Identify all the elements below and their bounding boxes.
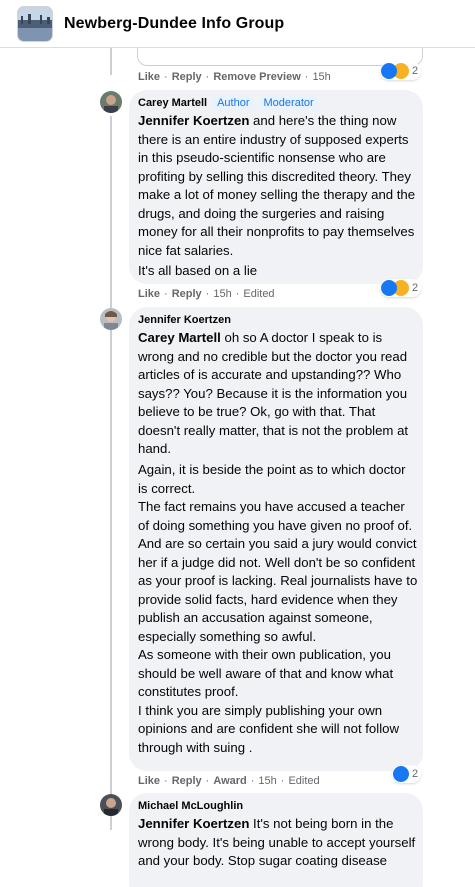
separator: ·	[250, 775, 255, 787]
timestamp[interactable]: 15h	[312, 71, 330, 83]
reaction-count: 2	[412, 768, 419, 780]
like-button[interactable]: Like	[138, 71, 160, 83]
comment-feed: Like · Reply · Remove Preview · 15h 2 Ca…	[0, 48, 475, 887]
comment-text: Jennifer Koertzen and here's the thing n…	[138, 113, 419, 258]
comment-author[interactable]: Jennifer Koertzen	[138, 314, 231, 326]
mention-link[interactable]: Carey Martell	[138, 330, 221, 345]
link-preview-card[interactable]	[137, 48, 423, 66]
reply-button[interactable]: Reply	[172, 71, 202, 83]
avatar[interactable]	[100, 308, 122, 330]
timestamp[interactable]: 15h	[213, 288, 231, 300]
group-header: Newberg-Dundee Info Group	[0, 0, 475, 48]
comment-author[interactable]: Michael McLoughlin	[138, 800, 243, 812]
separator: ·	[280, 775, 285, 787]
edited-label[interactable]: Edited	[288, 775, 319, 787]
like-button[interactable]: Like	[138, 775, 160, 787]
separator: ·	[205, 288, 210, 300]
comment-header: Michael McLoughlin	[138, 800, 243, 812]
thread-line	[110, 330, 112, 830]
author-badge: Author	[213, 96, 254, 110]
comment-header: Jennifer Koertzen	[138, 314, 231, 326]
reply-button[interactable]: Reply	[172, 775, 202, 787]
reaction-summary[interactable]: 2	[380, 62, 422, 80]
thread-line	[110, 116, 112, 326]
comment-text: It's all based on a lie	[138, 263, 258, 278]
separator: ·	[235, 288, 240, 300]
like-button[interactable]: Like	[138, 288, 160, 300]
comment-actions: Like · Reply · 15h · Edited	[138, 288, 275, 300]
comment-actions: Like · Reply · Award · 15h · Edited	[138, 775, 320, 787]
reply-button[interactable]: Reply	[172, 288, 202, 300]
comment-actions: Like · Reply · Remove Preview · 15h	[138, 71, 331, 83]
avatar[interactable]	[100, 794, 122, 816]
like-reaction-icon	[381, 63, 397, 79]
separator: ·	[164, 71, 168, 83]
reaction-count: 2	[412, 282, 419, 294]
separator: ·	[205, 775, 210, 787]
separator: ·	[205, 71, 210, 83]
reaction-summary[interactable]: 2	[392, 765, 422, 783]
comment-text: Carey Martell oh so A doctor I speak to …	[138, 330, 412, 456]
reaction-summary[interactable]: 2	[380, 279, 422, 297]
like-reaction-icon	[393, 766, 409, 782]
group-title[interactable]: Newberg-Dundee Info Group	[64, 15, 284, 33]
avatar[interactable]	[100, 91, 122, 113]
mention-link[interactable]: Jennifer Koertzen	[138, 816, 249, 831]
separator: ·	[304, 71, 309, 83]
comment-text: Again, it is beside the point as to whic…	[138, 462, 418, 755]
edited-label[interactable]: Edited	[243, 288, 274, 300]
like-reaction-icon	[381, 280, 397, 296]
separator: ·	[164, 288, 168, 300]
reaction-count: 2	[412, 65, 419, 77]
award-button[interactable]: Award	[213, 775, 246, 787]
comment-header: Carey Martell Author Moderator	[138, 96, 318, 110]
group-cover-thumbnail[interactable]	[17, 6, 53, 42]
mention-link[interactable]: Jennifer Koertzen	[138, 113, 249, 128]
timestamp[interactable]: 15h	[258, 775, 276, 787]
separator: ·	[164, 775, 168, 787]
thread-line	[110, 48, 112, 75]
comment-author[interactable]: Carey Martell	[138, 97, 207, 109]
remove-preview-button[interactable]: Remove Preview	[213, 71, 300, 83]
comment-text: Jennifer Koertzen It's not being born in…	[138, 816, 419, 868]
moderator-badge: Moderator	[259, 96, 318, 110]
